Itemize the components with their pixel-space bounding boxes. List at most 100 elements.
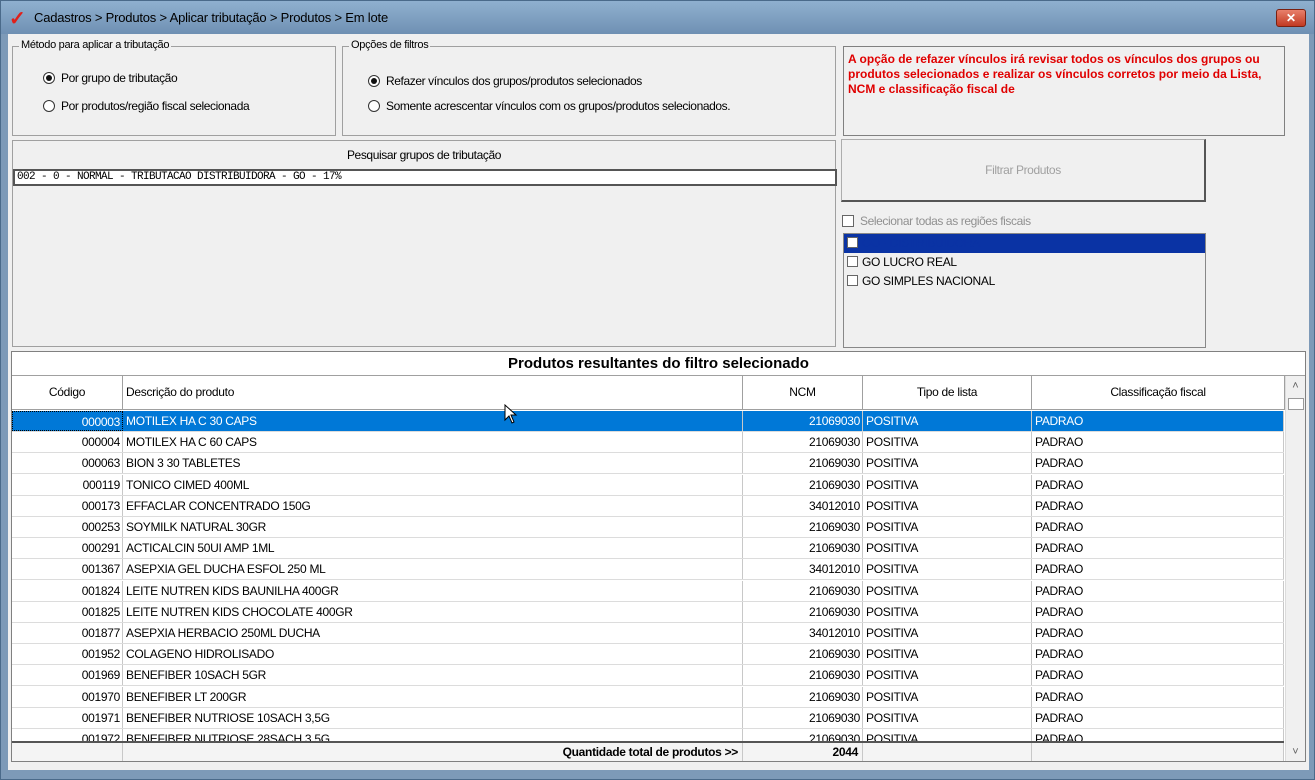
cell-ncm: 21069030	[743, 707, 863, 728]
cell-tipo: POSITIVA	[863, 580, 1032, 601]
scroll-up-icon[interactable]: ˄	[1286, 378, 1305, 395]
footer-total: 2044	[743, 743, 863, 761]
cell-ncm: 21069030	[743, 432, 863, 453]
radio-dot-icon	[43, 100, 55, 112]
table-row[interactable]: 000119 TONICO CIMED 400ML 21069030 POSITIVA…	[12, 474, 1284, 496]
header-codigo[interactable]: Código	[12, 376, 123, 410]
cell-codigo: 000063	[12, 453, 123, 474]
cell-classificacao: PADRAO	[1032, 474, 1284, 495]
table-row[interactable]: 001825 LEITE NUTREN KIDS CHOCOLATE 400GR 2…	[12, 601, 1284, 623]
cell-descricao: SOYMILK NATURAL 30GR	[123, 517, 743, 537]
cell-ncm: 21069030	[743, 644, 863, 665]
table-body: 000003 MOTILEX HA C 30 CAPS 21069030 POSITI…	[12, 411, 1284, 741]
table-row[interactable]: 000004 MOTILEX HA C 60 CAPS 21069030 POSITI…	[12, 432, 1284, 454]
vertical-scrollbar[interactable]: ˄ ˅	[1285, 376, 1305, 761]
cell-classificacao: PADRAO	[1032, 644, 1284, 665]
radio-label: Somente acrescentar vínculos com os grup…	[386, 99, 731, 113]
scroll-down-icon[interactable]: ˅	[1286, 744, 1305, 761]
cell-descricao: BION 3 30 TABLETES	[123, 453, 743, 474]
select-all-regions-checkbox[interactable]: Selecionar todas as regiões fiscais	[842, 214, 1031, 228]
header-tipo[interactable]: Tipo de lista	[863, 376, 1032, 410]
cell-ncm: 21069030	[743, 601, 863, 622]
title-bar[interactable]: ✓ Cadastros > Produtos > Aplicar tributa…	[1, 1, 1314, 34]
cell-descricao: COLAGENO HIDROLISADO	[123, 644, 743, 665]
cell-ncm: 21069030	[743, 474, 863, 495]
cell-codigo: 001971	[12, 707, 123, 728]
cell-codigo: 000119	[12, 474, 123, 495]
cell-classificacao: PADRAO	[1032, 686, 1284, 707]
cell-tipo: POSITIVA	[863, 707, 1032, 728]
filter-products-button[interactable]: Filtrar Produtos	[841, 139, 1206, 202]
cell-descricao: ASEPXIA GEL DUCHA ESFOL 250 ML	[123, 559, 743, 580]
cell-ncm: 21069030	[743, 517, 863, 537]
radio-dot-icon	[43, 72, 55, 84]
checkbox-icon	[842, 215, 854, 227]
table-row[interactable]: 000063 BION 3 30 TABLETES 21069030 POSITIVA…	[12, 453, 1284, 475]
radio-label: Refazer vínculos dos grupos/produtos sel…	[386, 74, 642, 88]
filtros-legend: Opções de filtros	[349, 39, 431, 51]
cell-tipo: POSITIVA	[863, 623, 1032, 643]
cell-descricao: MOTILEX HA C 60 CAPS	[123, 432, 743, 453]
search-panel: Pesquisar grupos de tributação 002 - 0 -…	[12, 140, 837, 347]
cell-codigo: 000003	[12, 411, 123, 431]
header-ncm[interactable]: NCM	[743, 376, 863, 410]
radio-dot-icon	[368, 100, 380, 112]
region-item[interactable]: GO - DISTRIBUIDORA	[844, 234, 1205, 253]
table-row[interactable]: 001969 BENEFIBER 10SACH 5GR 21069030 POSITI…	[12, 665, 1284, 687]
mouse-cursor-icon	[504, 404, 518, 424]
radio-acrescentar[interactable]: Somente acrescentar vínculos com os grup…	[368, 99, 731, 113]
warning-text: A opção de refazer vínculos irá revisar …	[848, 52, 1262, 96]
table-row[interactable]: 001952 COLAGENO HIDROLISADO 21069030 POSITI…	[12, 644, 1284, 666]
table-row[interactable]: 000003 MOTILEX HA C 30 CAPS 21069030 POSITI…	[12, 411, 1284, 432]
header-classificacao[interactable]: Classificação fiscal	[1032, 376, 1285, 410]
checkbox-icon	[847, 275, 858, 286]
radio-label: Por produtos/região fiscal selecionada	[61, 99, 250, 113]
cell-classificacao: PADRAO	[1032, 729, 1284, 741]
table-row[interactable]: 000173 EFFACLAR CONCENTRADO 150G 34012010 P…	[12, 495, 1284, 517]
table-row[interactable]: 001824 LEITE NUTREN KIDS BAUNILHA 400GR 21…	[12, 580, 1284, 602]
region-label: GO LUCRO REAL	[862, 255, 957, 269]
region-item[interactable]: GO SIMPLES NACIONAL	[844, 272, 1205, 291]
app-check-icon: ✓	[9, 8, 26, 30]
cell-tipo: POSITIVA	[863, 474, 1032, 495]
cell-codigo: 000004	[12, 432, 123, 453]
scroll-thumb[interactable]	[1288, 398, 1304, 410]
client-area: Método para aplicar a tributação Por gru…	[8, 34, 1309, 770]
table-row[interactable]: 001971 BENEFIBER NUTRIOSE 10SACH 3,5G 2106…	[12, 707, 1284, 729]
cell-classificacao: PADRAO	[1032, 411, 1284, 431]
cell-descricao: MOTILEX HA C 30 CAPS	[123, 411, 743, 431]
table-row[interactable]: 001877 ASEPXIA HERBACIO 250ML DUCHA 340120…	[12, 623, 1284, 644]
table-row[interactable]: 001970 BENEFIBER LT 200GR 21069030 POSITIVA…	[12, 686, 1284, 708]
region-item[interactable]: GO LUCRO REAL	[844, 253, 1205, 272]
cell-ncm: 21069030	[743, 538, 863, 559]
cell-codigo: 001969	[12, 665, 123, 686]
cell-classificacao: PADRAO	[1032, 559, 1284, 580]
metodo-group: Método para aplicar a tributação Por gru…	[12, 39, 336, 136]
radio-refazer[interactable]: Refazer vínculos dos grupos/produtos sel…	[368, 74, 642, 88]
table-row[interactable]: 001972 BENEFIBER NUTRIOSE 28SACH 3,5G 2106…	[12, 729, 1284, 741]
cell-classificacao: PADRAO	[1032, 601, 1284, 622]
close-button[interactable]: ✕	[1276, 9, 1306, 27]
region-label: GO - DISTRIBUIDORA	[862, 236, 980, 250]
table-row[interactable]: 000253 SOYMILK NATURAL 30GR 21069030 POSITI…	[12, 517, 1284, 538]
footer-spacer	[12, 743, 123, 761]
cell-tipo: POSITIVA	[863, 644, 1032, 665]
header-descricao[interactable]: Descrição do produto	[123, 376, 743, 410]
cell-descricao: BENEFIBER NUTRIOSE 28SACH 3,5G	[123, 729, 743, 741]
cell-tipo: POSITIVA	[863, 453, 1032, 474]
footer-spacer	[863, 743, 1032, 761]
search-input[interactable]: 002 - 0 - NORMAL - TRIBUTACAO DISTRIBUID…	[13, 169, 837, 186]
cell-tipo: POSITIVA	[863, 411, 1032, 431]
checkbox-icon	[847, 237, 858, 248]
cell-tipo: POSITIVA	[863, 729, 1032, 741]
table-row[interactable]: 001367 ASEPXIA GEL DUCHA ESFOL 250 ML 3401…	[12, 559, 1284, 581]
cell-descricao: BENEFIBER NUTRIOSE 10SACH 3,5G	[123, 707, 743, 728]
cell-classificacao: PADRAO	[1032, 580, 1284, 601]
cell-ncm: 21069030	[743, 411, 863, 431]
table-row[interactable]: 000291 ACTICALCIN 50UI AMP 1ML 21069030 POS…	[12, 538, 1284, 560]
footer-label: Quantidade total de produtos >>	[123, 743, 743, 761]
radio-por-produtos[interactable]: Por produtos/região fiscal selecionada	[43, 99, 250, 113]
cell-ncm: 21069030	[743, 580, 863, 601]
cell-classificacao: PADRAO	[1032, 432, 1284, 453]
radio-por-grupo[interactable]: Por grupo de tributação	[43, 71, 178, 85]
